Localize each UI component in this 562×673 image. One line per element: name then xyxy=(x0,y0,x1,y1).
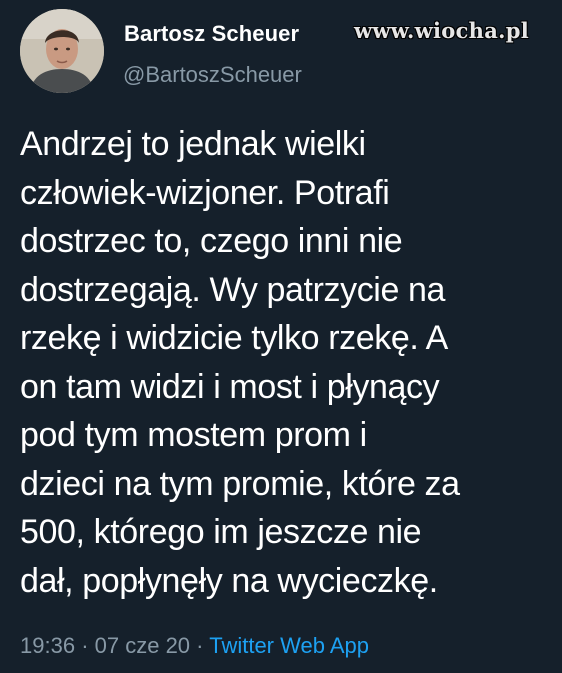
tweet-time[interactable]: 19:36 xyxy=(20,633,75,658)
author-display-name[interactable]: Bartosz Scheuer xyxy=(124,21,299,47)
tweet-text-line: dzieci na tym promie, które za xyxy=(20,464,460,503)
tweet-meta: 19:36 · 07 cze 20 · Twitter Web App xyxy=(20,633,369,659)
tweet-text-line: rzekę i widzicie tylko rzekę. A xyxy=(20,319,448,357)
tweet-text-line: pod tym mostem prom i xyxy=(20,416,367,454)
author-handle[interactable]: @BartoszScheuer xyxy=(123,62,302,88)
watermark: www.wiocha.pl xyxy=(354,18,530,43)
tweet-text-line: dał, popłynęły na wycieczkę. xyxy=(20,561,438,600)
tweet-text-line: Andrzej to jednak wielki xyxy=(20,125,366,163)
meta-separator: · xyxy=(196,633,204,658)
tweet-text-line: 500, którego im jeszcze nie xyxy=(20,513,422,551)
tweet-text: Andrzej to jednak wielki człowiek-wizjon… xyxy=(20,120,555,605)
tweet-text-line: dostrzegają. Wy patrzycie na xyxy=(20,270,446,309)
avatar-photo xyxy=(20,9,104,93)
tweet-text-line: człowiek-wizjoner. Potrafi xyxy=(20,173,390,212)
meta-separator: · xyxy=(81,633,89,658)
tweet-text-line: on tam widzi i most i płynący xyxy=(20,367,440,406)
tweet-date[interactable]: 07 cze 20 xyxy=(95,633,190,658)
tweet-text-line: dostrzec to, czego inni nie xyxy=(20,222,403,260)
avatar[interactable] xyxy=(20,9,104,93)
tweet-card: Bartosz Scheuer @BartoszScheuer www.wioc… xyxy=(0,0,562,673)
tweet-source-link[interactable]: Twitter Web App xyxy=(209,633,369,658)
